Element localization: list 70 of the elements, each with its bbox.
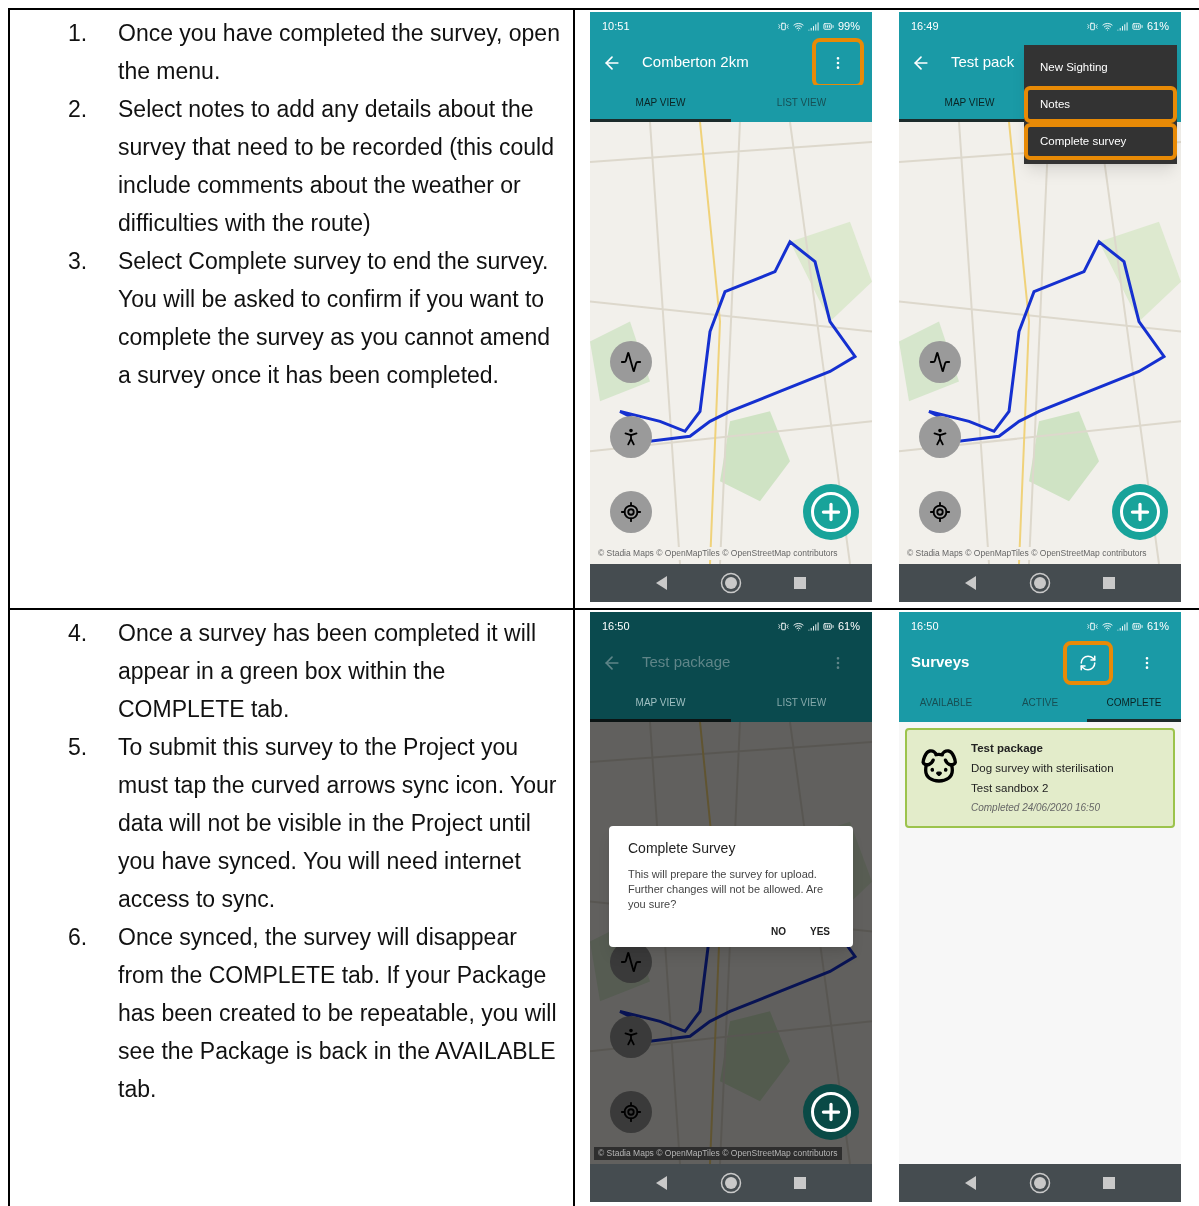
step-text: Once synced, the survey will disappear from the COMPLETE tab. If your Package has been created to be repeatable, you will see the Package is back in the AVAILABLE tab. — [118, 923, 558, 1104]
vibrate-icon — [777, 20, 789, 32]
step-number: 4. — [68, 619, 89, 648]
tab[interactable]: AVAILABLE — [899, 685, 993, 722]
back-nav-icon[interactable] — [656, 576, 668, 590]
card-line: Test sandbox 2 — [971, 781, 1050, 796]
battery-icon — [822, 620, 834, 632]
step-text: Once a survey has been completed it will appear in a green box within the COMPLETE tab. — [118, 619, 538, 724]
step-number: 3. — [68, 247, 89, 276]
locate-icon — [929, 501, 951, 523]
battery-icon — [1131, 620, 1143, 632]
dialog-button[interactable]: YES — [806, 924, 834, 939]
vibrate-icon — [777, 620, 789, 632]
menu-item[interactable]: New Sighting — [1024, 49, 1177, 86]
battery-level: 61% — [1146, 618, 1169, 634]
dialog-button[interactable]: NO — [767, 924, 790, 939]
home-nav-icon[interactable] — [720, 572, 742, 594]
step-text: Once you have completed the survey, open the menu. — [118, 19, 561, 86]
wifi-icon — [1101, 620, 1113, 632]
vibrate-icon — [1086, 20, 1098, 32]
toolbar-title: Test package — [642, 652, 731, 673]
step-number: 2. — [68, 95, 89, 124]
back-nav-icon[interactable] — [965, 576, 977, 590]
survey-card[interactable]: Test package Dog survey with sterilisation Test sandbox 2 Completed 24/06/2020 16:50 — [905, 728, 1175, 828]
battery-icon — [822, 20, 834, 32]
home-nav-icon[interactable] — [1029, 1172, 1051, 1194]
status-time: 16:50 — [602, 618, 630, 634]
dog-icon — [919, 746, 959, 786]
step-text: Select notes to add any details about the survey that need to be recorded (this could include comments about the weather or difficulties with the route) — [118, 95, 555, 238]
status-time: 16:49 — [911, 18, 939, 34]
wifi-icon — [1101, 20, 1113, 32]
toolbar-title: Comberton 2km — [642, 52, 749, 73]
battery-icon — [1131, 20, 1143, 32]
step-number: 1. — [68, 19, 89, 48]
status-time: 10:51 — [602, 18, 630, 34]
locate-icon — [620, 501, 642, 523]
locate-icon — [620, 1101, 642, 1123]
step-text: Select Complete survey to end the survey. You will be asked to confirm if you want to complete the survey as you cannot amend a survey once it has been completed. — [118, 247, 552, 390]
home-nav-icon[interactable] — [1029, 572, 1051, 594]
sync-icon — [1079, 653, 1097, 672]
signal-icon — [807, 20, 819, 32]
wifi-icon — [792, 20, 804, 32]
vibrate-icon — [1086, 620, 1098, 632]
battery-level: 61% — [837, 618, 860, 634]
wifi-icon — [792, 620, 804, 632]
menu-item[interactable]: Complete survey — [1024, 123, 1177, 160]
tab[interactable]: ACTIVE — [993, 685, 1087, 722]
tab[interactable]: LIST VIEW — [731, 85, 872, 122]
completed-time: Completed 24/06/2020 16:50 — [971, 801, 1101, 815]
step-number: 5. — [68, 733, 89, 762]
battery-level: 61% — [1146, 18, 1169, 34]
map-attribution: © Stadia Maps © OpenMapTiles © OpenStreetMap contributors — [594, 1147, 842, 1160]
back-nav-icon[interactable] — [656, 1176, 668, 1190]
battery-level: 99% — [837, 18, 860, 34]
step-number: 6. — [68, 923, 89, 952]
menu-item[interactable]: Notes — [1024, 86, 1177, 123]
toolbar-title: Surveys — [911, 652, 970, 673]
home-nav-icon[interactable] — [720, 1172, 742, 1194]
signal-icon — [1116, 620, 1128, 632]
dialog-message: This will prepare the survey for upload. Further changes will not be allowed. Are you sure? — [628, 867, 825, 912]
toolbar-title: Test pack — [951, 52, 1015, 73]
tab[interactable]: LIST VIEW — [731, 685, 872, 722]
status-time: 16:50 — [911, 618, 939, 634]
dialog-title: Complete Survey — [628, 839, 737, 858]
step-text: To submit this survey to the Project you must tap the curved arrows sync icon. Your data will not be visible in the Project until you have synced. You will need internet access to sync. — [118, 733, 558, 914]
card-line: Dog survey with sterilisation — [971, 761, 1114, 776]
signal-icon — [807, 620, 819, 632]
signal-icon — [1116, 20, 1128, 32]
card-title: Test package — [971, 741, 1044, 756]
back-nav-icon[interactable] — [965, 1176, 977, 1190]
